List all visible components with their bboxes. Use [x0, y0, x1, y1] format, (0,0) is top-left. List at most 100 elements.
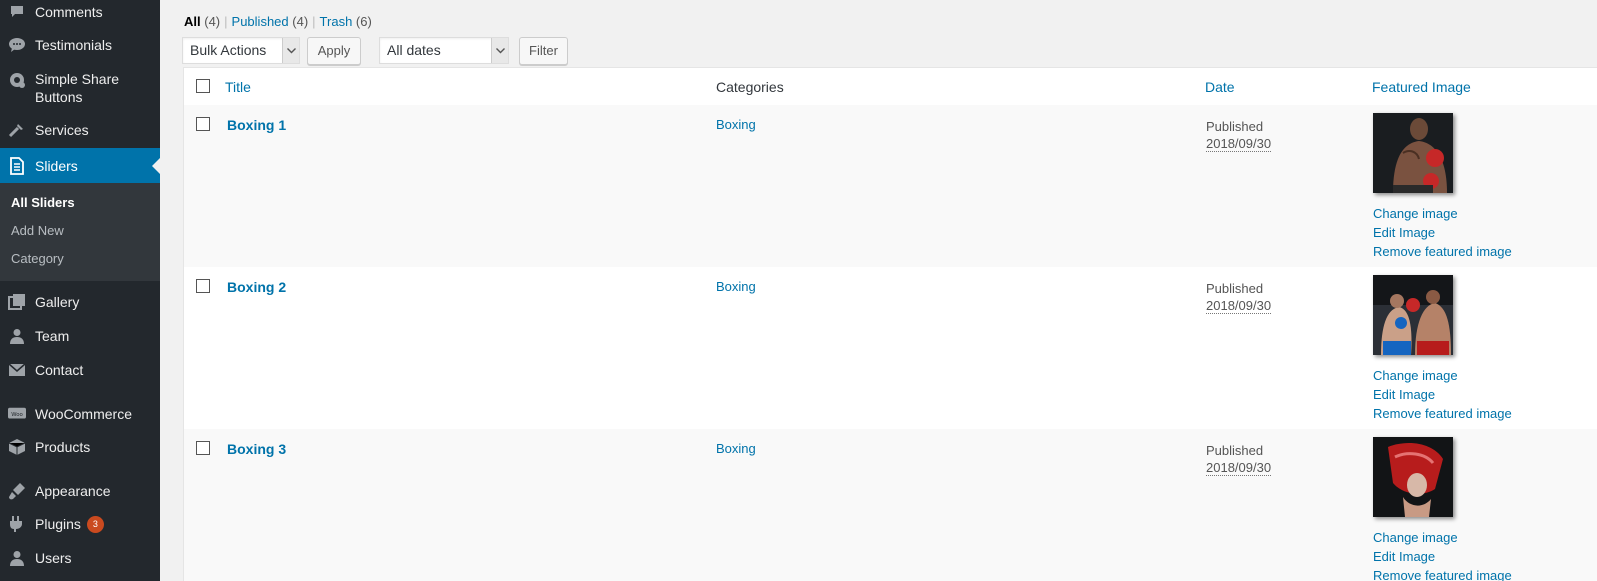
remove-featured-image-link[interactable]: Remove featured image: [1373, 568, 1512, 581]
filter-trash-link[interactable]: Trash (6): [320, 14, 372, 29]
filter-published-label: Published: [231, 14, 289, 29]
row-status: Published: [1206, 119, 1264, 134]
menu-appearance[interactable]: Appearance: [0, 481, 160, 501]
row-category-link[interactable]: Boxing: [716, 117, 756, 132]
status-filter-links: All (4) | Published (4) | Trash (6): [184, 14, 372, 29]
main-content: All (4) | Published (4) | Trash (6) Bulk Act…: [160, 0, 1597, 581]
separator: |: [312, 14, 316, 29]
filter-published-link[interactable]: Published (4): [232, 14, 309, 29]
column-date[interactable]: Date: [1205, 78, 1235, 96]
chevron-down-icon: [282, 38, 299, 63]
menu-label: Appearance: [35, 483, 111, 499]
filter-all-label: All: [184, 14, 201, 29]
filter-button[interactable]: Filter: [519, 37, 568, 65]
edit-image-link[interactable]: Edit Image: [1373, 549, 1435, 565]
menu-users[interactable]: Users: [0, 548, 160, 568]
row-date: 2018/09/30: [1206, 298, 1272, 314]
change-image-link[interactable]: Change image: [1373, 368, 1458, 384]
person-icon: [8, 327, 26, 345]
filter-published-count: (4): [292, 14, 309, 29]
sliders-submenu: All Sliders Add New Category: [0, 183, 160, 281]
brush-icon: [8, 482, 26, 500]
row-title-link[interactable]: Boxing 1: [227, 117, 286, 133]
plugins-update-badge: 3: [86, 516, 104, 534]
remove-featured-image-link[interactable]: Remove featured image: [1373, 406, 1512, 422]
featured-image-thumbnail[interactable]: [1373, 275, 1453, 355]
table-row: Boxing 3 Boxing Published 2018/09/30 Cha…: [184, 429, 1597, 581]
user-icon: [8, 549, 26, 567]
featured-image-thumbnail[interactable]: [1373, 113, 1453, 193]
menu-label: Contact: [35, 362, 84, 378]
menu-woocommerce[interactable]: Woo WooCommerce: [0, 404, 160, 424]
submenu-all-sliders[interactable]: All Sliders: [11, 195, 75, 210]
remove-featured-image-link[interactable]: Remove featured image: [1373, 244, 1512, 260]
featured-image-thumbnail[interactable]: [1373, 437, 1453, 517]
menu-label: Comments: [35, 4, 103, 20]
row-category-link[interactable]: Boxing: [716, 441, 756, 456]
menu-sliders[interactable]: Sliders: [0, 148, 160, 183]
admin-sidebar: Comments Testimonials Simple Share Butto…: [0, 0, 160, 581]
separator: |: [224, 14, 228, 29]
menu-label: Services: [35, 122, 89, 138]
boxing-glove-image: [1373, 437, 1453, 517]
menu-label: Sliders: [35, 157, 78, 174]
boxer-image: [1373, 113, 1453, 193]
menu-label-line2: Buttons: [35, 89, 83, 105]
row-status: Published: [1206, 281, 1264, 296]
bulk-actions-value: Bulk Actions: [190, 42, 267, 58]
share-icon: [8, 71, 26, 89]
plugin-icon: [8, 515, 26, 533]
menu-label: Plugins 3: [35, 515, 104, 534]
menu-label: Testimonials: [35, 37, 113, 53]
edit-image-link[interactable]: Edit Image: [1373, 225, 1435, 241]
menu-plugins[interactable]: Plugins 3: [0, 514, 160, 534]
filter-trash-count: (6): [355, 14, 372, 29]
menu-simple-share-buttons[interactable]: Simple Share Buttons: [0, 70, 160, 106]
submenu-add-new[interactable]: Add New: [11, 223, 64, 238]
row-checkbox[interactable]: [196, 279, 210, 293]
row-date: 2018/09/30: [1206, 136, 1272, 152]
page-icon: [8, 156, 26, 175]
plugins-label: Plugins: [35, 515, 81, 532]
submenu-category[interactable]: Category: [11, 251, 64, 266]
row-checkbox[interactable]: [196, 117, 210, 131]
row-checkbox[interactable]: [196, 441, 210, 455]
menu-testimonials[interactable]: Testimonials: [0, 35, 160, 55]
box-icon: [8, 438, 26, 456]
change-image-link[interactable]: Change image: [1373, 530, 1458, 546]
edit-image-link[interactable]: Edit Image: [1373, 387, 1435, 403]
boxing-match-image: [1373, 275, 1453, 355]
menu-services[interactable]: Services: [0, 120, 160, 140]
menu-team[interactable]: Team: [0, 326, 160, 346]
filter-all-link[interactable]: All (4): [184, 14, 220, 29]
menu-label: Users: [35, 550, 72, 566]
menu-label: Gallery: [35, 294, 80, 310]
column-categories: Categories: [716, 79, 784, 95]
date-filter-select[interactable]: All dates: [379, 37, 509, 64]
menu-label: Simple Share: [35, 71, 120, 87]
select-all-checkbox[interactable]: [196, 79, 210, 93]
menu-gallery[interactable]: Gallery: [0, 292, 160, 312]
row-status: Published: [1206, 443, 1264, 458]
row-category-link[interactable]: Boxing: [716, 279, 756, 294]
comment-icon: [8, 3, 26, 21]
menu-label: Team: [35, 328, 70, 344]
filter-trash-label: Trash: [319, 14, 353, 29]
woo-icon: Woo: [8, 405, 26, 423]
chevron-down-icon: [491, 38, 508, 63]
row-title-link[interactable]: Boxing 2: [227, 279, 286, 295]
menu-products[interactable]: Products: [0, 437, 160, 457]
apply-button[interactable]: Apply: [307, 37, 361, 65]
table-header: Title Categories Date Featured Image: [184, 68, 1597, 106]
comments-icon: [8, 36, 26, 54]
column-title[interactable]: Title: [225, 78, 251, 96]
bulk-actions-select[interactable]: Bulk Actions: [182, 37, 300, 64]
menu-contact[interactable]: Contact: [0, 360, 160, 380]
change-image-link[interactable]: Change image: [1373, 206, 1458, 222]
menu-label: Products: [35, 439, 91, 455]
menu-comments[interactable]: Comments: [0, 2, 160, 22]
table-row: Boxing 2 Boxing Published 2018/09/30 Cha…: [184, 267, 1597, 429]
row-date: 2018/09/30: [1206, 460, 1272, 476]
row-title-link[interactable]: Boxing 3: [227, 441, 286, 457]
svg-text:Woo: Woo: [11, 412, 23, 418]
